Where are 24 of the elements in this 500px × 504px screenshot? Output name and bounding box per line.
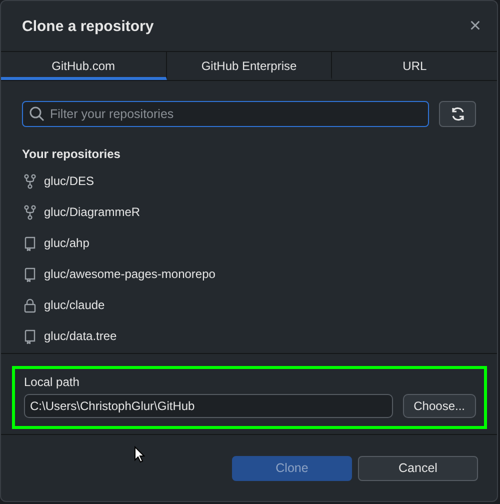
- cursor-icon: [134, 446, 145, 463]
- book-icon: [24, 266, 36, 282]
- repository-item[interactable]: gluc/claude: [44, 298, 105, 312]
- window-title: Clone a repository: [22, 18, 154, 34]
- fork-icon: [24, 174, 36, 188]
- book-icon: [24, 236, 36, 250]
- tab[interactable]: GitHub.com: [1, 52, 167, 80]
- choose-button[interactable]: Choose...: [402, 394, 476, 418]
- repository-item[interactable]: gluc/awesome-pages-monorepo: [44, 267, 216, 281]
- close-button[interactable]: ×: [465, 14, 485, 38]
- repository-item[interactable]: gluc/DES: [44, 174, 94, 188]
- cancel-button[interactable]: Cancel: [358, 456, 478, 480]
- repository-item[interactable]: gluc/DiagrammeR: [44, 205, 140, 219]
- path-field[interactable]: C:\Users\ChristophGlur\GitHub: [24, 394, 393, 418]
- field-label: Local path: [24, 375, 80, 389]
- repository-item[interactable]: gluc/data.tree: [44, 329, 117, 343]
- fork-icon: [24, 204, 36, 220]
- refresh-icon: [450, 106, 466, 122]
- section-heading: Your repositories: [22, 147, 122, 161]
- refresh-button[interactable]: [439, 101, 476, 127]
- search-field[interactable]: Filter your repositories: [22, 101, 429, 127]
- lock-icon: [24, 298, 36, 312]
- book-icon: [24, 328, 36, 344]
- repository-item[interactable]: gluc/ahp: [44, 236, 90, 250]
